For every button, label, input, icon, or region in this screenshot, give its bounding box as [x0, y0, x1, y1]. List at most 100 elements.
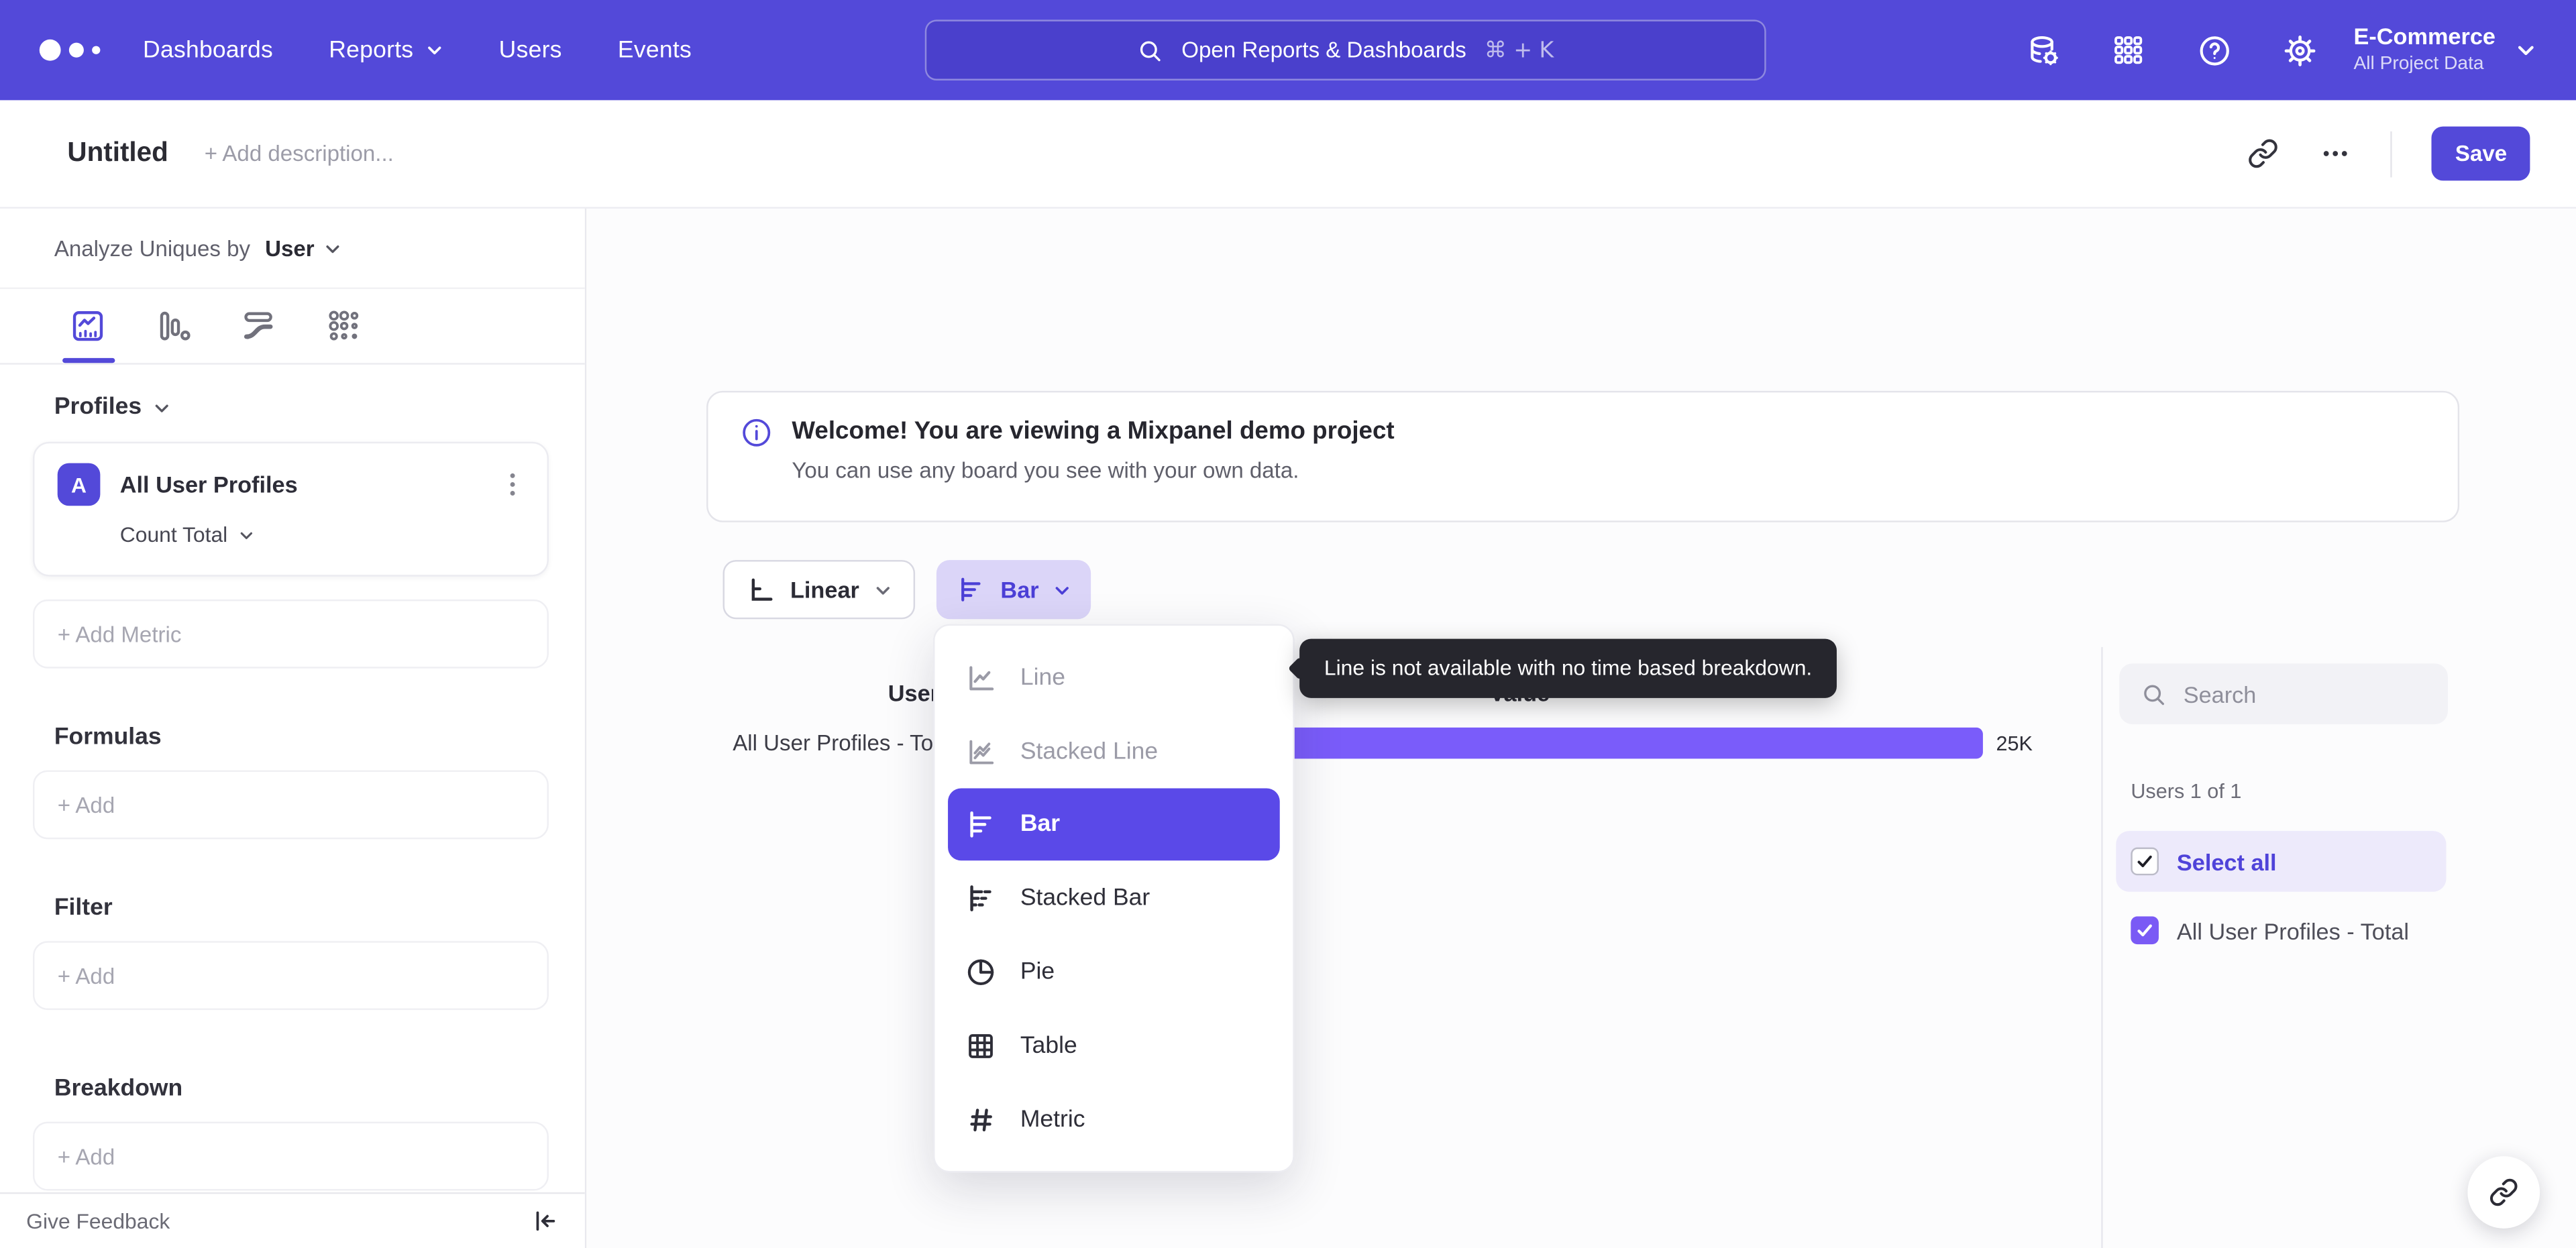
pie-chart-icon: [965, 955, 998, 988]
flows-icon: [240, 307, 278, 345]
report-tabs: [0, 289, 585, 365]
save-button[interactable]: Save: [2432, 126, 2530, 181]
chart-bar-value: 25K: [1996, 732, 2033, 756]
collapse-sidebar-icon[interactable]: [531, 1207, 559, 1235]
chart-type-selector-button[interactable]: Bar: [936, 560, 1092, 620]
give-feedback-link[interactable]: Give Feedback: [26, 1208, 170, 1233]
mixpanel-app: Dashboards Reports Users Events Open Rep…: [0, 0, 2576, 1248]
metric-card-row: A All User Profiles: [57, 463, 525, 506]
metric-hash-icon: [965, 1102, 998, 1135]
select-all-row[interactable]: Select all: [2116, 831, 2447, 892]
menu-item-stacked-bar[interactable]: Stacked Bar: [934, 860, 1293, 934]
legend-search-input[interactable]: [2183, 681, 2414, 707]
chevron-down-icon: [153, 398, 171, 416]
nav-item-dashboards[interactable]: Dashboards: [143, 37, 273, 63]
content-area: Analyze Uniques by User Profiles A All U…: [0, 209, 2576, 1248]
report-canvas: Welcome! You are viewing a Mixpanel demo…: [586, 209, 2576, 1248]
sidebar-footer: Give Feedback: [0, 1192, 585, 1248]
chevron-down-icon: [2515, 40, 2536, 61]
search-icon: [1137, 37, 1163, 63]
chevron-down-icon: [425, 41, 443, 59]
banner-text: Welcome! You are viewing a Mixpanel demo…: [792, 416, 1394, 498]
menu-item-table[interactable]: Table: [934, 1009, 1293, 1082]
filter-heading: Filter: [54, 895, 113, 921]
menu-item-label: Table: [1020, 1032, 1077, 1059]
bar-chart-icon: [956, 575, 985, 604]
chart-type-menu: Line Stacked Line Bar Stacked Bar Pie Ta…: [933, 624, 1295, 1173]
global-search-button[interactable]: Open Reports & Dashboards ⌘ + K: [924, 19, 1766, 81]
analyze-entity-value: User: [265, 235, 315, 261]
stacked-bar-chart-icon: [965, 881, 998, 914]
menu-item-line: Line: [934, 640, 1293, 714]
divider: [2391, 130, 2393, 177]
top-nav: Dashboards Reports Users Events Open Rep…: [0, 0, 2576, 101]
settings-gear-icon[interactable]: [2282, 32, 2318, 68]
project-switcher[interactable]: E-Commerce All Project Data: [2353, 23, 2536, 77]
project-name: E-Commerce: [2353, 23, 2496, 50]
add-formula-button[interactable]: + Add: [32, 770, 549, 840]
copy-link-icon[interactable]: [2247, 137, 2279, 170]
nav-item-events[interactable]: Events: [618, 37, 692, 63]
tab-insights[interactable]: [69, 289, 107, 363]
add-filter-button[interactable]: + Add: [32, 941, 549, 1011]
metric-badge: A: [57, 463, 101, 506]
menu-item-bar[interactable]: Bar: [948, 788, 1280, 861]
query-builder-sidebar: Analyze Uniques by User Profiles A All U…: [0, 209, 587, 1248]
tooltip: Line is not available with no time based…: [1299, 638, 1837, 698]
menu-item-label: Bar: [1020, 811, 1061, 838]
menu-item-metric[interactable]: Metric: [934, 1082, 1293, 1156]
title-bar-actions: Save: [2247, 126, 2530, 181]
nav-item-reports[interactable]: Reports: [329, 37, 443, 63]
share-link-button[interactable]: [2467, 1156, 2540, 1229]
menu-item-stacked-line: Stacked Line: [934, 714, 1293, 788]
analyze-entity-dropdown[interactable]: User: [265, 235, 342, 260]
aggregation-dropdown[interactable]: Count Total: [120, 522, 524, 547]
insights-chart-icon: [69, 307, 107, 345]
nav-item-users[interactable]: Users: [499, 37, 562, 63]
legend-item-label: All User Profiles - Total: [2176, 917, 2410, 944]
apps-grid-icon[interactable]: [2110, 32, 2147, 68]
more-options-icon[interactable]: [2319, 137, 2352, 170]
select-all-label: Select all: [2176, 848, 2277, 875]
add-breakdown-button[interactable]: + Add: [32, 1121, 549, 1191]
nav-item-label: Users: [498, 37, 562, 64]
scale-selector-label: Linear: [790, 576, 859, 603]
primary-nav: Dashboards Reports Users Events: [143, 37, 692, 63]
formulas-heading: Formulas: [54, 724, 162, 751]
data-management-icon[interactable]: [2025, 32, 2061, 68]
select-all-checkbox[interactable]: [2131, 847, 2159, 876]
tab-retention[interactable]: [325, 289, 363, 363]
help-icon[interactable]: [2196, 32, 2232, 68]
add-metric-button[interactable]: + Add Metric: [32, 599, 549, 669]
info-icon: [741, 417, 772, 498]
chart-row-label: All User Profiles - Total: [733, 730, 957, 756]
nav-right-cluster: E-Commerce All Project Data: [2025, 0, 2537, 100]
project-scope: All Project Data: [2353, 54, 2484, 74]
chevron-down-icon: [874, 581, 892, 599]
metric-name: All User Profiles: [119, 471, 298, 498]
scale-selector-button[interactable]: Linear: [722, 560, 916, 620]
tab-funnels[interactable]: [154, 289, 192, 363]
mixpanel-logo-icon[interactable]: [39, 39, 101, 61]
profiles-section-toggle[interactable]: Profiles: [54, 394, 585, 420]
legend-search[interactable]: [2119, 663, 2448, 725]
menu-item-pie[interactable]: Pie: [934, 934, 1293, 1008]
banner-title: Welcome! You are viewing a Mixpanel demo…: [792, 417, 1395, 445]
kebab-menu-icon[interactable]: [501, 471, 524, 498]
menu-item-label: Stacked Bar: [1020, 884, 1150, 911]
legend-item-row[interactable]: All User Profiles - Total: [2116, 900, 2446, 961]
metric-card[interactable]: A All User Profiles Count Total: [32, 441, 549, 577]
chevron-down-icon: [324, 239, 342, 257]
legend-item-checkbox[interactable]: [2131, 916, 2159, 945]
add-description-field[interactable]: + Add description...: [205, 141, 394, 166]
bar-chart-icon: [965, 808, 998, 841]
search-placeholder: Open Reports & Dashboards: [1181, 38, 1466, 63]
nav-item-label: Events: [617, 37, 692, 64]
funnels-icon: [154, 307, 192, 345]
search-shortcut: ⌘ + K: [1484, 37, 1554, 64]
banner-subtitle: You can use any board you see with your …: [792, 458, 1299, 484]
table-icon: [965, 1029, 998, 1062]
report-title[interactable]: Untitled: [67, 138, 168, 170]
menu-item-label: Metric: [1020, 1106, 1085, 1133]
tab-flows[interactable]: [240, 289, 278, 363]
